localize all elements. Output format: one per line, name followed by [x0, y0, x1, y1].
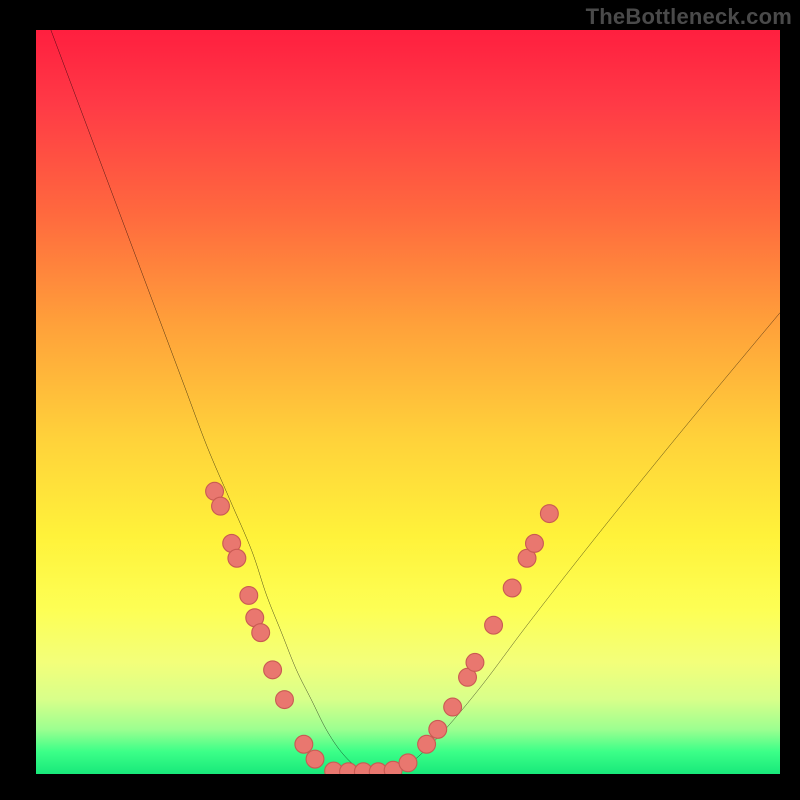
curve-layer — [51, 30, 780, 774]
data-marker — [240, 587, 258, 605]
data-marker — [252, 624, 270, 642]
plot-area — [36, 30, 780, 774]
data-marker — [540, 505, 558, 523]
data-marker — [228, 549, 246, 567]
chart-frame: TheBottleneck.com — [0, 0, 800, 800]
marker-layer — [206, 482, 559, 774]
curve-svg — [36, 30, 780, 774]
data-marker — [212, 497, 230, 515]
data-marker — [526, 534, 544, 552]
data-marker — [276, 691, 294, 709]
data-marker — [306, 750, 324, 768]
data-marker — [485, 616, 503, 634]
data-marker — [264, 661, 282, 679]
bottleneck-curve — [51, 30, 780, 774]
data-marker — [429, 720, 447, 738]
data-marker — [418, 735, 436, 753]
data-marker — [399, 754, 417, 772]
data-marker — [444, 698, 462, 716]
data-marker — [466, 653, 484, 671]
watermark-text: TheBottleneck.com — [586, 4, 792, 30]
data-marker — [295, 735, 313, 753]
data-marker — [503, 579, 521, 597]
